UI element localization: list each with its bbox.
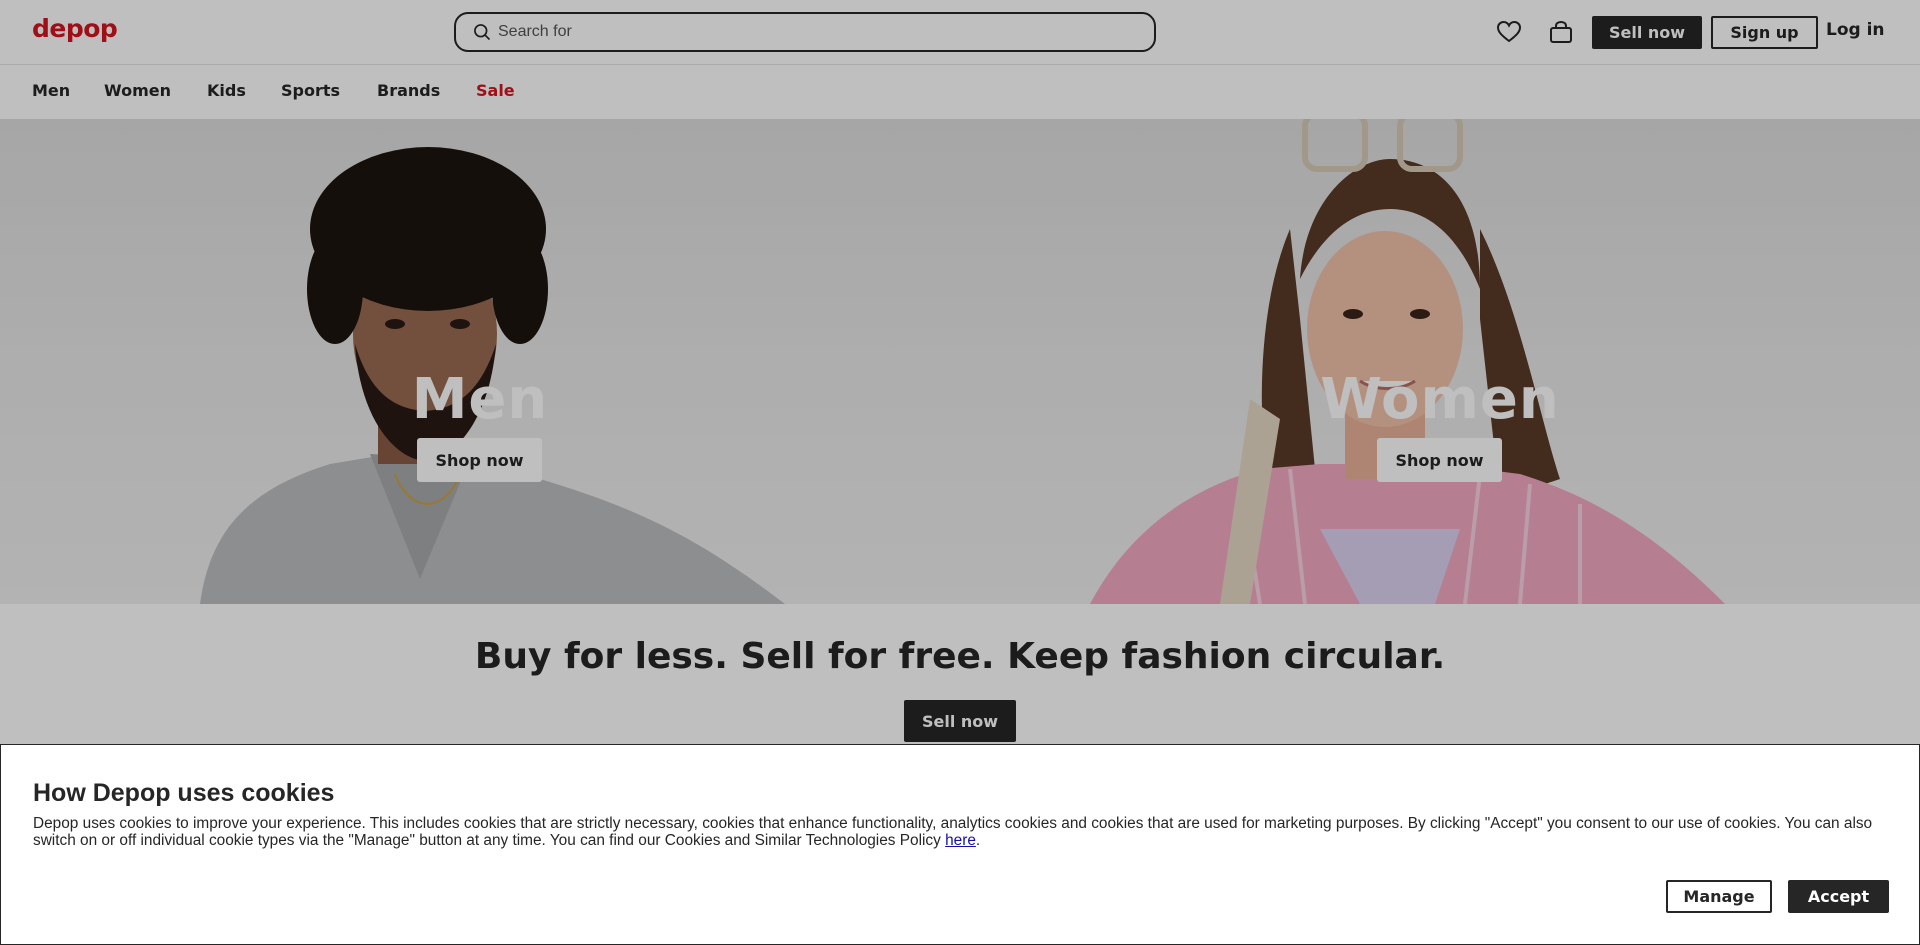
tagline-heading: Buy for less. Sell for free. Keep fashio…	[474, 636, 1446, 677]
hero-women-panel[interactable]: Women Shop now	[960, 119, 1920, 604]
likes-button[interactable]	[1495, 18, 1523, 46]
search-bar[interactable]	[454, 12, 1156, 52]
nav-item-women[interactable]: Women	[104, 81, 171, 100]
nav-item-brands[interactable]: Brands	[377, 81, 440, 100]
category-nav: Men Women Kids Sports Brands Sale	[0, 65, 1920, 119]
depop-logo[interactable]: depop	[32, 14, 118, 43]
bag-button[interactable]	[1547, 18, 1575, 46]
header-sell-now-button[interactable]: Sell now	[1592, 16, 1702, 49]
shopping-bag-icon	[1550, 20, 1572, 43]
cookie-body: Depop uses cookies to improve your exper…	[33, 815, 1883, 849]
nav-item-sports[interactable]: Sports	[281, 81, 340, 100]
cookie-manage-button[interactable]: Manage	[1666, 880, 1772, 913]
site-header: depop Sell now Sign up Log in	[0, 0, 1920, 65]
log-in-link[interactable]: Log in	[1826, 20, 1885, 40]
cookie-body-suffix: .	[975, 832, 981, 849]
nav-item-men[interactable]: Men	[32, 81, 70, 100]
heart-icon	[1496, 20, 1522, 43]
hero-women-title: Women	[1320, 367, 1560, 432]
hero-banner: Men Shop now Women Shop now	[0, 119, 1920, 604]
cookie-policy-link[interactable]: here	[945, 832, 976, 849]
hero-women-photo	[1090, 119, 1725, 604]
men-shop-now-button[interactable]: Shop now	[417, 438, 542, 482]
women-shop-now-button[interactable]: Shop now	[1377, 438, 1502, 482]
hero-men-panel[interactable]: Men Shop now	[0, 119, 960, 604]
search-input[interactable]	[496, 22, 1120, 42]
search-icon	[474, 24, 491, 41]
nav-item-kids[interactable]: Kids	[207, 81, 246, 100]
cookie-banner: How Depop uses cookies Depop uses cookie…	[0, 744, 1920, 945]
cookie-title: How Depop uses cookies	[33, 779, 335, 807]
cookie-accept-button[interactable]: Accept	[1788, 880, 1889, 913]
hero-men-title: Men	[411, 367, 549, 432]
hero-men-photo	[200, 147, 785, 604]
tagline-sell-now-button[interactable]: Sell now	[904, 700, 1016, 742]
sign-up-button[interactable]: Sign up	[1711, 16, 1818, 49]
nav-item-sale[interactable]: Sale	[476, 81, 515, 100]
